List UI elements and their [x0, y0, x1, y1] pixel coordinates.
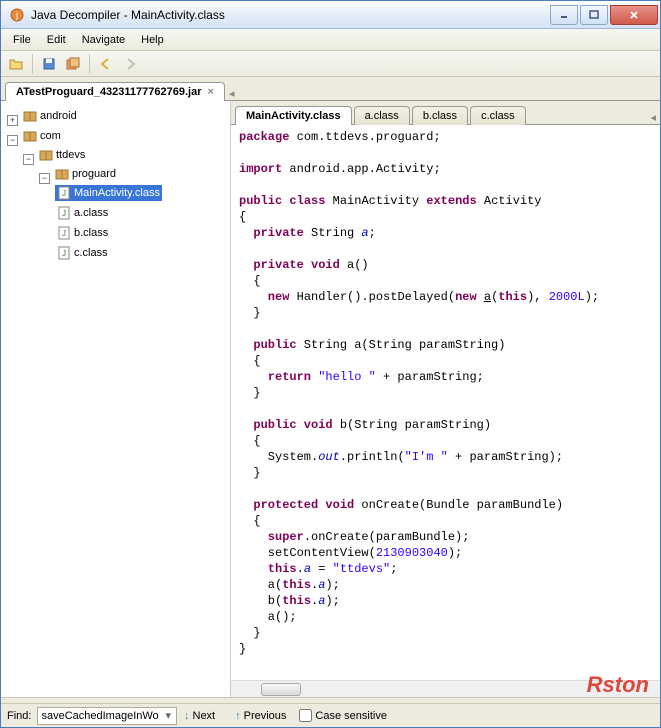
collapse-icon[interactable]: − — [39, 173, 50, 184]
svg-text:J: J — [62, 249, 66, 258]
tree-file-selected[interactable]: JMainActivity.class — [55, 185, 162, 201]
tree-file[interactable]: Jc.class — [55, 245, 110, 261]
arrow-down-icon: ↓ — [184, 710, 190, 722]
menu-edit[interactable]: Edit — [39, 32, 74, 48]
tab-nav-icon[interactable]: ◂ — [229, 87, 235, 100]
svg-text:j: j — [15, 10, 18, 20]
tree-package: ttdevs — [37, 147, 87, 163]
jar-tab[interactable]: ATestProguard_43231177762769.jar × — [5, 82, 225, 101]
titlebar[interactable]: j Java Decompiler - MainActivity.class — [1, 1, 660, 29]
editor-tab[interactable]: c.class — [470, 106, 526, 125]
svg-text:J: J — [62, 209, 66, 218]
find-input[interactable] — [37, 707, 177, 725]
jar-tab-label: ATestProguard_43231177762769.jar — [16, 86, 202, 98]
editor-tab[interactable]: a.class — [354, 106, 410, 125]
collapse-icon[interactable]: − — [23, 154, 34, 165]
svg-text:J: J — [62, 229, 66, 238]
tree-file[interactable]: Jb.class — [55, 225, 110, 241]
toolbar — [1, 51, 660, 77]
save-all-button[interactable] — [62, 53, 84, 75]
tree-file[interactable]: Ja.class — [55, 205, 110, 221]
menubar: File Edit Navigate Help — [1, 29, 660, 51]
find-bar: Find: ▾ ↓Next ↑Previous Case sensitive — [1, 703, 660, 727]
tab-nav-icon[interactable]: ◂ — [650, 111, 656, 124]
svg-text:J: J — [62, 189, 66, 198]
tree-package: proguard — [53, 166, 118, 182]
app-icon: j — [9, 7, 25, 23]
close-tab-icon[interactable]: × — [208, 86, 214, 98]
close-button[interactable] — [610, 5, 658, 25]
watermark: Rston — [587, 672, 649, 698]
open-file-button[interactable] — [5, 53, 27, 75]
find-label: Find: — [7, 710, 31, 722]
menu-help[interactable]: Help — [133, 32, 172, 48]
maximize-button[interactable] — [580, 5, 608, 25]
find-previous-button[interactable]: ↑Previous — [228, 707, 293, 725]
jar-tabbar: ATestProguard_43231177762769.jar × ◂ — [1, 77, 660, 101]
forward-button[interactable] — [119, 53, 141, 75]
editor-tab-active[interactable]: MainActivity.class — [235, 106, 352, 125]
dropdown-icon[interactable]: ▾ — [165, 709, 171, 722]
tree-package: com — [21, 128, 63, 144]
arrow-up-icon: ↑ — [235, 710, 241, 722]
back-button[interactable] — [95, 53, 117, 75]
expand-icon[interactable]: + — [7, 115, 18, 126]
editor-tab[interactable]: b.class — [412, 106, 468, 125]
find-next-button[interactable]: ↓Next — [177, 707, 222, 725]
menu-file[interactable]: File — [5, 32, 39, 48]
minimize-button[interactable] — [550, 5, 578, 25]
case-sensitive-checkbox[interactable]: Case sensitive — [299, 709, 387, 722]
package-tree[interactable]: +android −com −ttdevs −proguard JMainAct… — [1, 101, 231, 697]
collapse-icon[interactable]: − — [7, 135, 18, 146]
code-editor[interactable]: package com.ttdevs.proguard; import andr… — [231, 125, 660, 680]
window-title: Java Decompiler - MainActivity.class — [31, 8, 548, 22]
editor-tabbar: MainActivity.class a.class b.class c.cla… — [231, 101, 660, 125]
save-button[interactable] — [38, 53, 60, 75]
menu-navigate[interactable]: Navigate — [74, 32, 133, 48]
tree-package: android — [21, 108, 79, 124]
